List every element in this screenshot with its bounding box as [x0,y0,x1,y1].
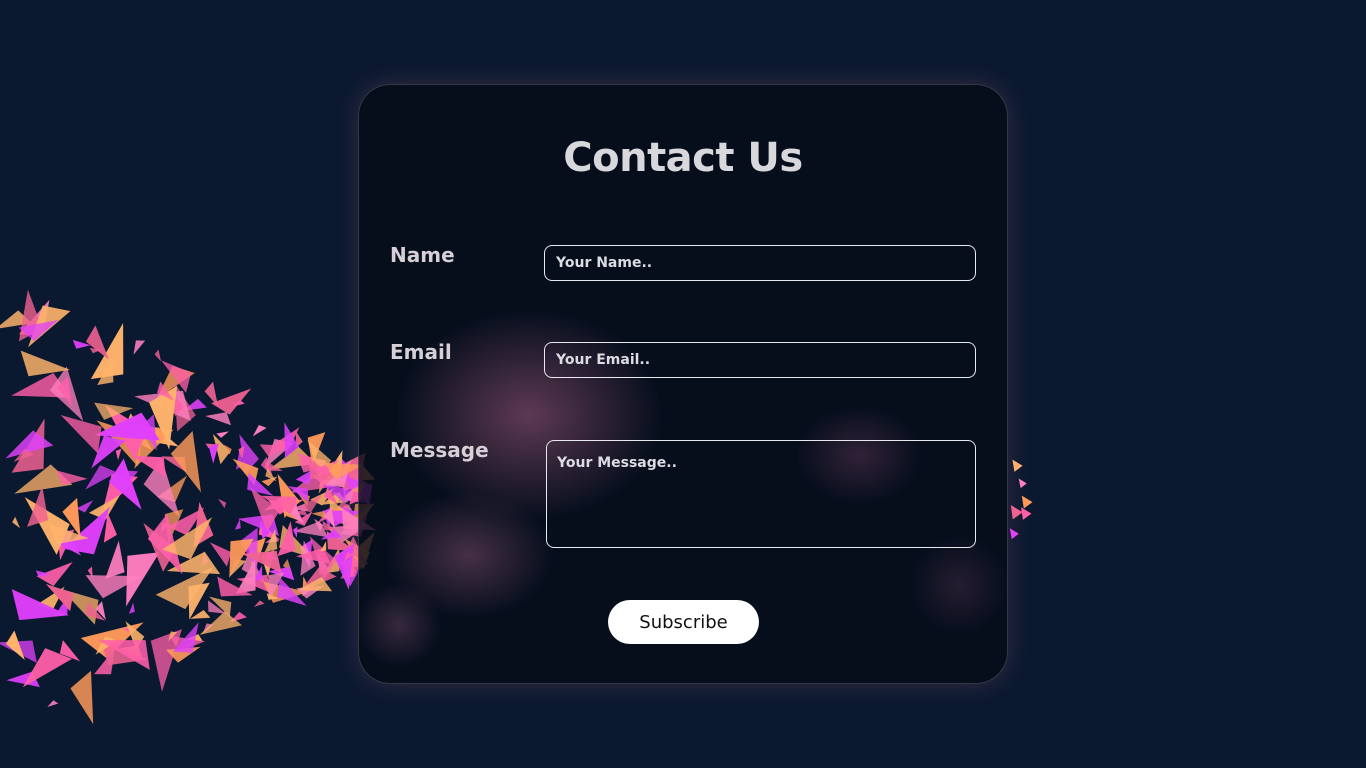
shard-triangle [129,602,135,614]
shard-triangle [209,542,232,567]
shard-triangle [76,500,94,513]
page-background: Contact Us Name Email Message Subscribe [0,0,1366,768]
shard-triangle [85,325,109,360]
shard-triangle [218,498,227,509]
name-input[interactable] [544,245,976,281]
shard-triangle [253,600,265,607]
shard-triangle [234,519,241,530]
name-label: Name [390,243,455,267]
shard-triangle [1020,507,1032,520]
shard-triangle [1012,459,1023,472]
shard-triangle [320,541,327,552]
shard-triangle [1010,505,1023,520]
shard-triangle [60,415,102,454]
shard-triangle [292,526,298,538]
shard-triangle [12,516,21,529]
message-textarea[interactable] [546,440,976,548]
shard-triangle [70,670,94,725]
shard-triangle [115,448,122,461]
shard-triangle [205,412,231,426]
contact-form-card: Contact Us Name Email Message Subscribe [358,84,1008,684]
message-label: Message [390,438,489,462]
shard-triangle [105,540,125,579]
shard-triangle [277,521,296,557]
shard-triangle [47,700,59,707]
email-label: Email [390,340,452,364]
shard-triangle [216,431,229,438]
shard-triangle [252,425,267,437]
subscribe-button[interactable]: Subscribe [608,600,759,644]
shard-triangle [154,349,161,362]
shard-triangle [1018,478,1027,489]
form-title: Contact Us [563,135,803,181]
shard-triangle [1009,528,1019,540]
shard-triangle [133,340,146,355]
shard-triangle [211,388,252,415]
email-input[interactable] [544,342,976,378]
shard-triangle [1021,495,1033,509]
